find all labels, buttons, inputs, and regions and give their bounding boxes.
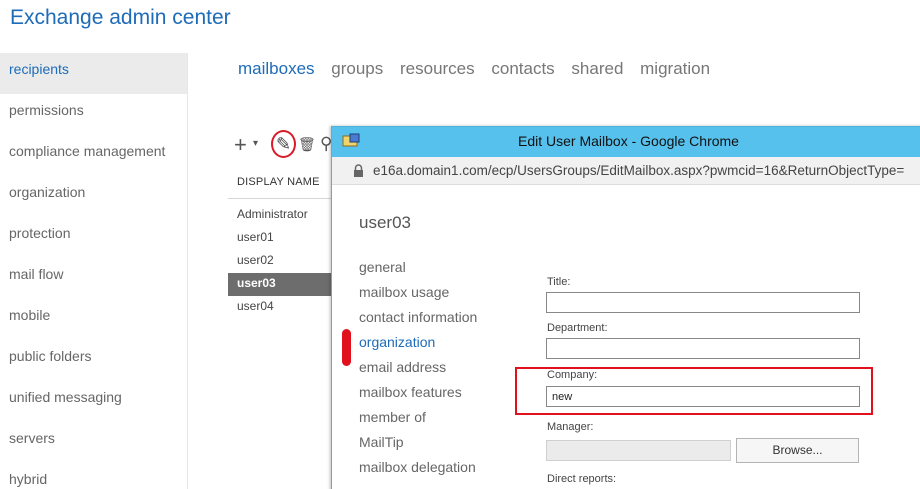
window-titlebar[interactable]: Edit User Mailbox - Google Chrome [332,127,920,157]
tab-resources[interactable]: resources [400,59,475,79]
address-bar[interactable]: e16a.domain1.com/ecp/UsersGroups/EditMai… [332,157,920,185]
dialog-user-title: user03 [359,213,411,232]
mailbox-list: Administrator user01 user02 user03 user0… [228,204,331,319]
nav-organization[interactable]: organization [0,176,187,217]
nav-hybrid[interactable]: hybrid [0,463,187,489]
edit-icon[interactable]: ✎ [276,134,291,155]
section-email-address[interactable]: email address [359,357,509,382]
nav-unified-messaging[interactable]: unified messaging [0,381,187,422]
section-contact-information[interactable]: contact information [359,307,509,332]
nav-mobile[interactable]: mobile [0,299,187,340]
section-mailbox-usage[interactable]: mailbox usage [359,282,509,307]
tab-migration[interactable]: migration [640,59,710,79]
list-item[interactable]: user04 [228,296,331,319]
department-label: Department: [547,322,608,334]
list-item[interactable]: Administrator [228,204,331,227]
direct-reports-label: Direct reports: [547,473,617,485]
sub-tabs: mailboxes groups resources contacts shar… [238,59,722,79]
section-mailtip[interactable]: MailTip [359,432,509,457]
tab-groups[interactable]: groups [331,59,383,79]
chevron-down-icon[interactable]: ▾ [253,138,258,149]
list-divider [228,198,331,199]
title-label: Title: [547,276,571,288]
window-title: Edit User Mailbox - Google Chrome [518,133,739,149]
nav-mail-flow[interactable]: mail flow [0,258,187,299]
manager-field[interactable] [546,440,731,461]
left-nav: recipients permissions compliance manage… [0,53,188,489]
nav-recipients[interactable]: recipients [0,53,187,94]
section-mailbox-delegation[interactable]: mailbox delegation [359,457,509,482]
dialog-section-nav: general mailbox usage contact informatio… [359,257,509,482]
column-header-display-name[interactable]: DISPLAY NAME [237,176,320,188]
nav-compliance-management[interactable]: compliance management [0,135,187,176]
lock-icon [354,164,363,177]
manager-label: Manager: [547,421,594,433]
section-mailbox-features[interactable]: mailbox features [359,382,509,407]
nav-protection[interactable]: protection [0,217,187,258]
tab-mailboxes[interactable]: mailboxes [238,59,315,79]
delete-icon[interactable]: 🗑 [298,136,316,153]
nav-servers[interactable]: servers [0,422,187,463]
list-item-selected[interactable]: user03 [228,273,331,296]
add-icon[interactable]: + [234,132,247,158]
company-highlight-box [515,367,873,415]
app-title: Exchange admin center [10,6,231,29]
browse-button[interactable]: Browse... [736,438,859,463]
title-field[interactable] [546,292,860,313]
tab-shared[interactable]: shared [571,59,623,79]
section-member-of[interactable]: member of [359,407,509,432]
url-text[interactable]: e16a.domain1.com/ecp/UsersGroups/EditMai… [373,163,904,178]
list-item[interactable]: user01 [228,227,331,250]
section-organization[interactable]: organization [359,332,509,357]
edit-user-mailbox-window: Edit User Mailbox - Google Chrome e16a.d… [331,126,920,489]
active-section-marker [342,329,351,366]
department-field[interactable] [546,338,860,359]
nav-permissions[interactable]: permissions [0,94,187,135]
tab-contacts[interactable]: contacts [491,59,554,79]
list-item[interactable]: user02 [228,250,331,273]
nav-public-folders[interactable]: public folders [0,340,187,381]
section-general[interactable]: general [359,257,509,282]
